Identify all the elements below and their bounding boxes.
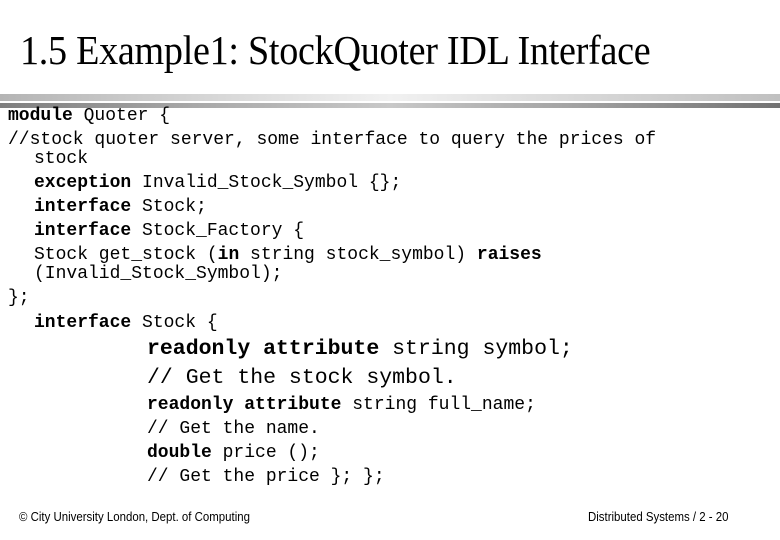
code-line-comment-symbol: // Get the stock symbol. xyxy=(147,366,457,390)
code-line-interface-factory: interface Stock_Factory { xyxy=(34,221,305,241)
code-line-comment: //stock quoter server, some interface to… xyxy=(8,130,657,150)
code-line-exception: exception Invalid_Stock_Symbol {}; xyxy=(34,173,402,193)
code-line-comment-price: // Get the price }; }; xyxy=(147,467,385,487)
code-line-comment-name: // Get the name. xyxy=(147,419,320,439)
code-line-get-stock: Stock get_stock (in string stock_symbol)… xyxy=(34,245,542,265)
title-divider-upper xyxy=(0,94,780,101)
keyword: in xyxy=(217,245,240,265)
keyword: interface xyxy=(34,221,132,241)
code-line-attr-fullname: readonly attribute string full_name; xyxy=(147,395,536,415)
keyword: raises xyxy=(476,245,542,265)
code-line-close-factory: }; xyxy=(8,288,30,308)
code-line-raises-wrap: (Invalid_Stock_Symbol); xyxy=(34,264,283,284)
keyword: exception xyxy=(34,173,132,193)
keyword: interface xyxy=(34,197,132,217)
keyword: interface xyxy=(34,313,132,333)
keyword: module xyxy=(8,106,73,126)
code-line-interface-forward: interface Stock; xyxy=(34,197,207,217)
code-line-price: double price (); xyxy=(147,443,320,463)
code-line-module: module Quoter { xyxy=(8,106,171,126)
code-line-comment-wrap: stock xyxy=(34,149,89,169)
footer-page-number: Distributed Systems / 2 - 20 xyxy=(588,509,729,524)
code-line-attr-symbol: readonly attribute string symbol; xyxy=(147,337,573,361)
slide-title: 1.5 Example1: StockQuoter IDL Interface xyxy=(20,27,651,73)
code-line-interface-stock: interface Stock { xyxy=(34,313,218,333)
keyword: double xyxy=(147,443,212,463)
keyword: readonly attribute xyxy=(147,395,342,415)
footer-copyright: © City University London, Dept. of Compu… xyxy=(19,509,250,524)
keyword: readonly attribute xyxy=(147,337,380,361)
